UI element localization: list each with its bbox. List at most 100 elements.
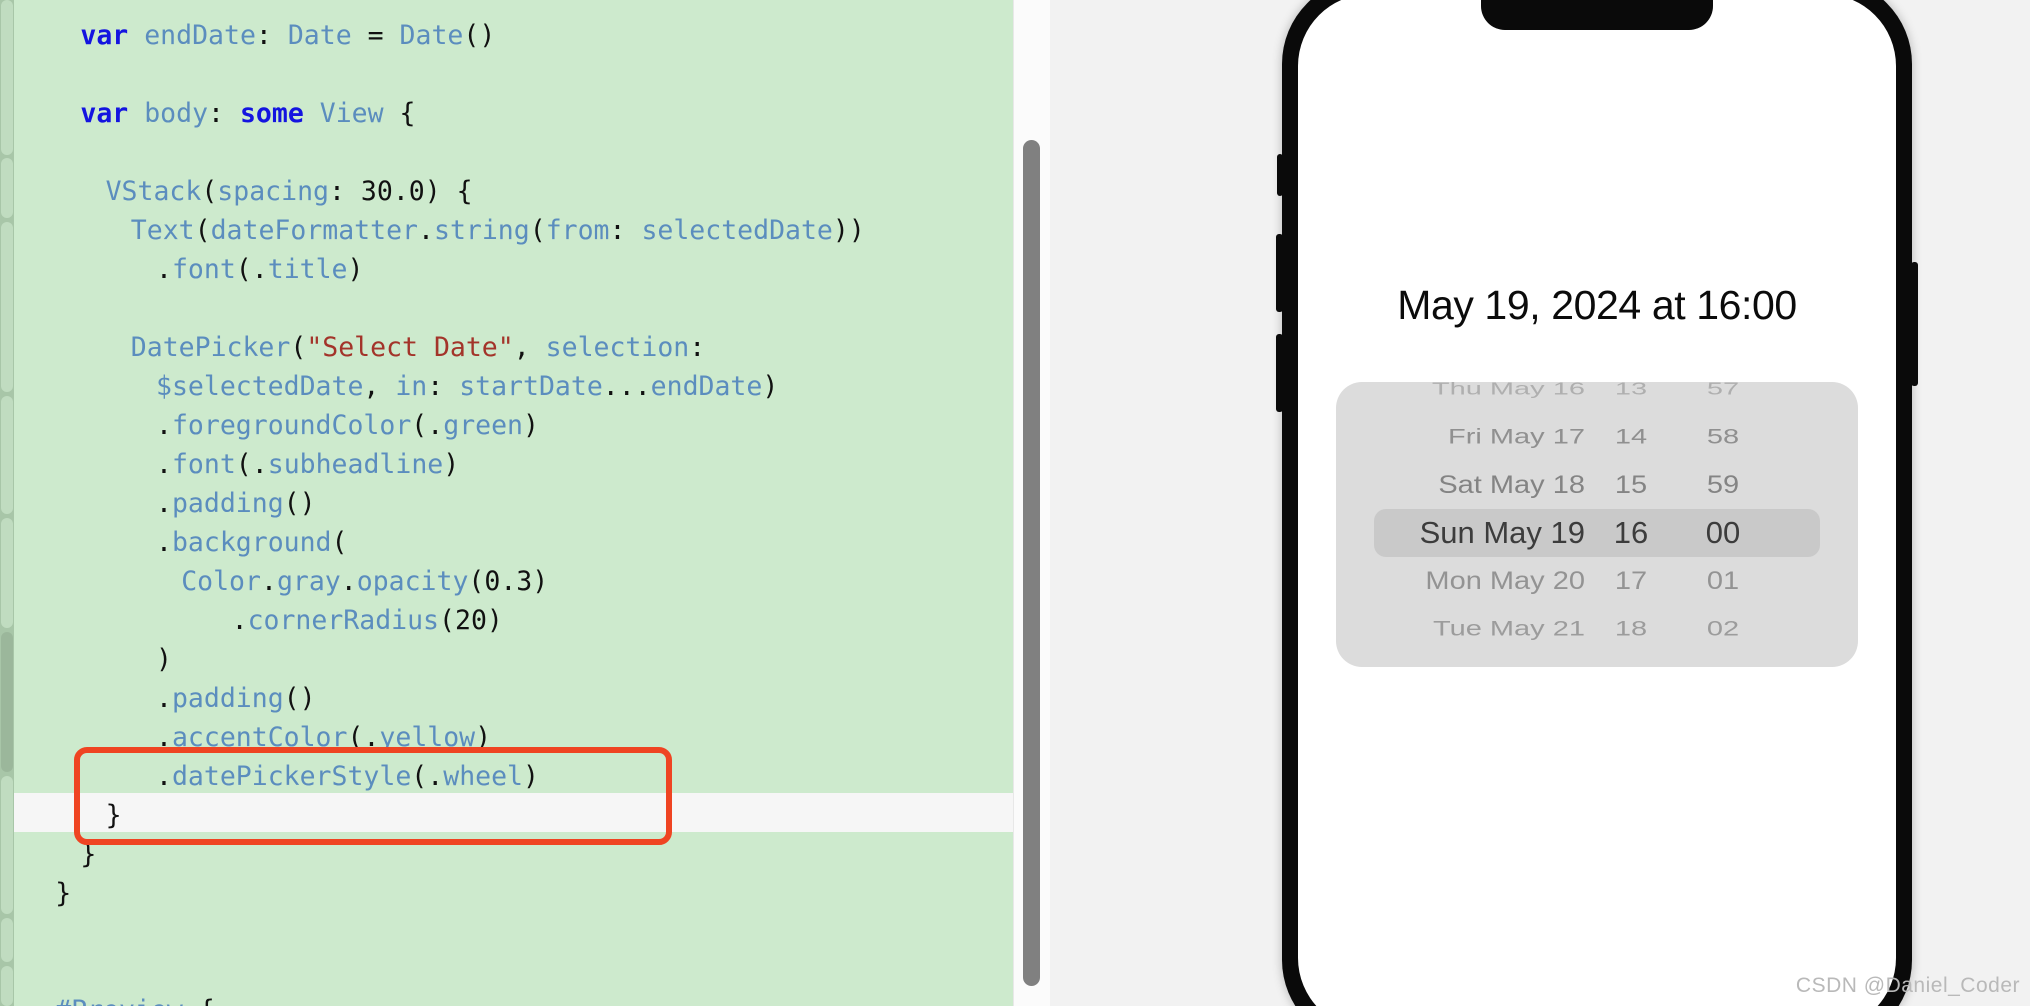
code-token: , (363, 371, 396, 402)
picker-day-value: Sun May 19 (1419, 515, 1585, 550)
picker-hour-value: 15 (1614, 471, 1648, 499)
code-token: "Select Date" (306, 332, 514, 363)
code-line[interactable]: DatePicker("Select Date", selection: (131, 328, 705, 367)
code-line[interactable]: .foregroundColor(.green) (156, 406, 539, 445)
minimap-block (1, 0, 13, 155)
code-token: . (156, 449, 172, 480)
editor-vertical-scrollbar[interactable] (1013, 0, 1050, 1006)
code-token: . (427, 410, 444, 441)
date-picker-wheel[interactable]: Wed May 151256Thu May 161357Fri May 1714… (1336, 382, 1858, 667)
picker-row[interactable]: Thu May 16 13 57 (1336, 382, 1858, 404)
picker-hour-value: 17 (1614, 567, 1648, 595)
csdn-watermark: CSDN @Daniel_Coder (1795, 974, 2020, 997)
volume-down-button[interactable] (1276, 334, 1283, 412)
picker-hour-value: 19 (1604, 662, 1658, 667)
code-token: subheadline (267, 449, 444, 480)
picker-row[interactable]: Sat May 18 15 59 (1336, 464, 1858, 506)
code-token: . (340, 566, 357, 597)
code-token: green (443, 410, 524, 441)
editor-scrollbar-thumb[interactable] (1023, 140, 1040, 986)
code-line[interactable]: .background( (156, 523, 347, 562)
code-line[interactable]: var endDate: Date = Date() (80, 16, 495, 55)
code-text-area[interactable]: var endDate: Date = Date() var body: some… (14, 0, 1013, 1006)
code-line[interactable]: $selectedDate, in: startDate...endDate) (156, 367, 778, 406)
code-line[interactable]: Color.gray.opacity(0.3) (181, 562, 548, 601)
code-token: ... (602, 371, 651, 402)
code-token: : (255, 20, 288, 51)
code-token: Text (130, 215, 195, 246)
code-token: . (156, 683, 172, 714)
code-token: padding (171, 683, 284, 714)
code-token: VStack (105, 176, 202, 207)
code-token: ( (201, 176, 218, 207)
code-token: = (351, 20, 400, 51)
code-token: () (463, 20, 496, 51)
code-token: 20 (454, 605, 487, 636)
code-token: background (171, 527, 332, 558)
code-token: wheel (443, 761, 524, 792)
code-line[interactable]: } (106, 796, 122, 835)
preview-pane: May 19, 2024 at 16:00 Wed May 151256Thu … (1050, 0, 2030, 1006)
picker-row[interactable]: Fri May 17 14 58 (1336, 419, 1858, 455)
code-token: } (55, 878, 72, 909)
code-token: . (156, 527, 172, 558)
code-line[interactable]: .accentColor(.yellow) (156, 718, 491, 757)
code-token: : (427, 371, 460, 402)
code-line[interactable]: #Preview { (55, 991, 215, 1006)
minimap-block (1, 158, 13, 218)
code-token: title (267, 254, 348, 285)
code-token: . (363, 722, 380, 753)
code-token: ( (529, 215, 546, 246)
code-editor-pane[interactable]: var endDate: Date = Date() var body: some… (0, 0, 1013, 1006)
code-token: var (80, 20, 145, 51)
code-token: . (156, 410, 172, 441)
editor-minimap-gutter[interactable] (0, 0, 14, 1006)
code-token: body (144, 98, 209, 129)
picker-row[interactable]: Sun May 19 16 00 (1336, 509, 1858, 557)
code-line[interactable]: .padding() (156, 484, 316, 523)
minimap-block (1, 518, 13, 628)
code-token: ( (331, 527, 348, 558)
code-token: accentColor (171, 722, 348, 753)
code-token: ( (439, 605, 455, 636)
code-token: ( (194, 215, 211, 246)
code-line[interactable]: VStack(spacing: 30.0) { (106, 172, 473, 211)
code-line[interactable]: } (80, 835, 96, 874)
code-token: { (183, 995, 215, 1006)
iphone-device-frame: May 19, 2024 at 16:00 Wed May 151256Thu … (1276, 0, 1918, 1006)
silent-switch-button[interactable] (1277, 154, 1283, 196)
iphone-screen[interactable]: May 19, 2024 at 16:00 Wed May 151256Thu … (1298, 0, 1896, 1006)
picker-hour-value: 13 (1614, 382, 1648, 399)
code-line[interactable]: var body: some View { (80, 94, 415, 133)
minimap-block (1, 632, 13, 772)
code-token: } (80, 839, 97, 870)
code-line[interactable]: } (55, 874, 71, 913)
code-token: endDate (650, 371, 763, 402)
picker-day-value: Fri May 17 (1448, 425, 1585, 449)
minimap-block (1, 918, 13, 962)
picker-row[interactable]: Mon May 20 17 01 (1336, 560, 1858, 602)
code-token: Date (287, 20, 352, 51)
code-token: . (156, 722, 172, 753)
code-token: ( (235, 449, 252, 480)
code-token: ) (156, 644, 172, 675)
power-button[interactable] (1911, 262, 1918, 386)
picker-row[interactable]: Today 19 03 (1336, 662, 1858, 667)
volume-up-button[interactable] (1276, 234, 1283, 312)
code-token: ) (443, 449, 460, 480)
code-line[interactable]: .font(.title) (156, 250, 363, 289)
code-token: opacity (356, 566, 469, 597)
code-token: padding (171, 488, 284, 519)
code-token: selectedDate (641, 215, 833, 246)
code-line[interactable]: Text(dateFormatter.string(from: selected… (131, 211, 865, 250)
code-token: spacing (217, 176, 329, 207)
selected-date-text: May 19, 2024 at 16:00 (1397, 282, 1797, 328)
code-line[interactable]: .cornerRadius(20) (232, 601, 503, 640)
picker-row[interactable]: Tue May 21 18 02 (1336, 611, 1858, 647)
code-token: var (80, 98, 145, 129)
code-line[interactable]: .font(.subheadline) (156, 445, 459, 484)
code-line[interactable]: ) (156, 640, 172, 679)
code-token: ) (523, 761, 539, 792)
code-line[interactable]: .datePickerStyle(.wheel) (156, 757, 539, 796)
code-line[interactable]: .padding() (156, 679, 316, 718)
